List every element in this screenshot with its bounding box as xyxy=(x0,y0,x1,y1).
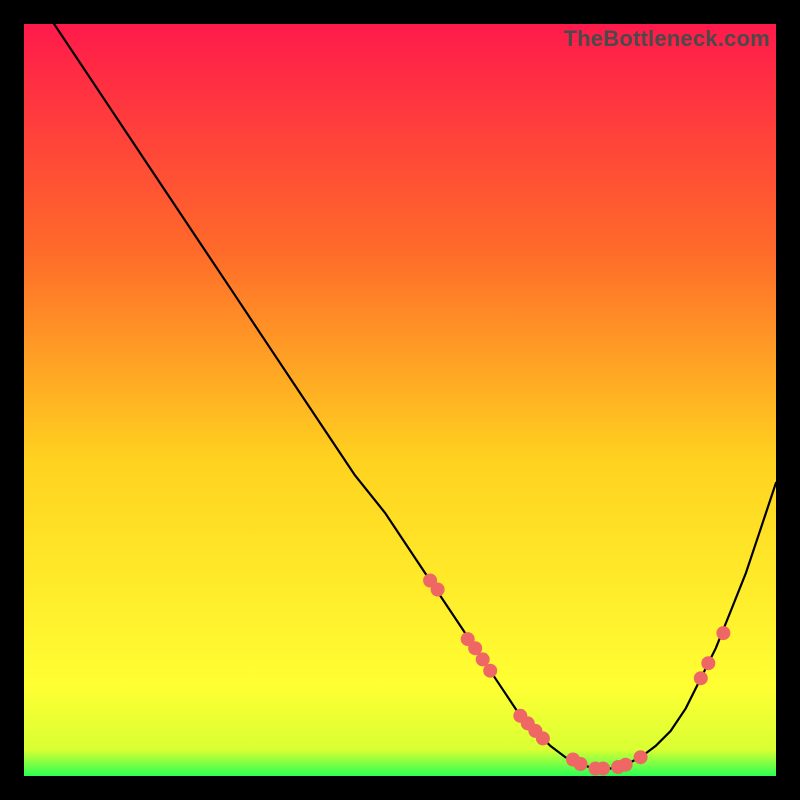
marker-dot xyxy=(716,626,730,640)
marker-dot xyxy=(634,750,648,764)
bottleneck-chart xyxy=(24,24,776,776)
marker-dot xyxy=(431,583,445,597)
marker-dot xyxy=(694,671,708,685)
marker-dot xyxy=(483,664,497,678)
watermark-text: TheBottleneck.com xyxy=(564,26,770,52)
marker-dot xyxy=(574,757,588,771)
chart-frame: TheBottleneck.com xyxy=(24,24,776,776)
marker-dot xyxy=(536,731,550,745)
marker-dot xyxy=(701,656,715,670)
marker-dot xyxy=(596,762,610,776)
gradient-bg xyxy=(24,24,776,776)
marker-dot xyxy=(619,758,633,772)
